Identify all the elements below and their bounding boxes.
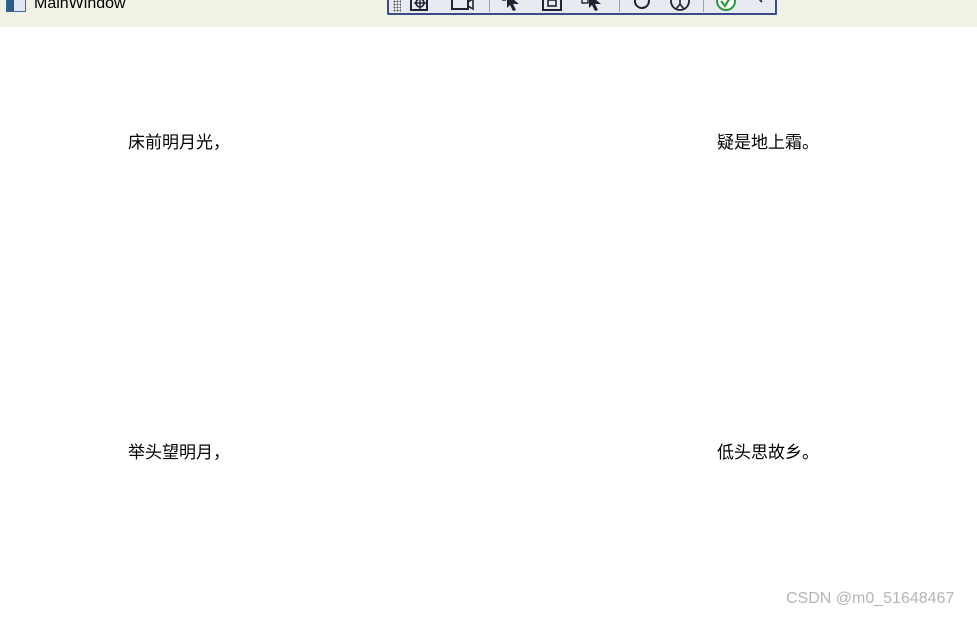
- track-focus-button[interactable]: [713, 0, 739, 12]
- select-element-button[interactable]: [407, 0, 433, 12]
- xaml-debug-toolbar: [387, 0, 777, 15]
- app-window-icon: [6, 0, 26, 12]
- camera-button[interactable]: [449, 0, 475, 12]
- frame-icon: [542, 0, 562, 11]
- hot-reload-button[interactable]: [629, 0, 655, 12]
- crosshair-select-icon: [410, 0, 428, 11]
- poem-line-3: 举头望明月，: [128, 443, 230, 462]
- window-title: MainWindow: [34, 0, 126, 12]
- checkmark-icon: [716, 0, 736, 11]
- watermark-text: CSDN @m0_51648467: [786, 590, 955, 607]
- poem-line-4: 低头思故乡。: [717, 443, 819, 462]
- toolbar-separator: [489, 0, 490, 12]
- accessibility-button[interactable]: [667, 0, 693, 12]
- toolbar-separator: [619, 0, 620, 12]
- collapse-icon: [758, 0, 763, 3]
- poem-line-1: 床前明月光，: [128, 133, 230, 152]
- refresh-icon: [633, 0, 650, 9]
- pointer-select-button[interactable]: [499, 0, 525, 12]
- title-bar[interactable]: MainWindow: [0, 0, 977, 27]
- toolbar-separator: [703, 0, 704, 12]
- accessibility-icon: [670, 0, 690, 11]
- poem-line-2: 疑是地上霜。: [717, 133, 819, 152]
- pointer-inspect-icon: [581, 0, 601, 11]
- display-frame-button[interactable]: [539, 0, 565, 12]
- camera-icon: [451, 0, 474, 11]
- collapse-toolbar-button[interactable]: [747, 0, 773, 12]
- pointer-select-icon: [502, 0, 519, 11]
- pointer-inspect-button[interactable]: [579, 0, 605, 12]
- main-window: MainWindow 床前明月光， 疑是地上霜。 举头望明月， 低头思故乡。 C…: [0, 0, 977, 617]
- toolbar-grip-icon[interactable]: [393, 0, 401, 12]
